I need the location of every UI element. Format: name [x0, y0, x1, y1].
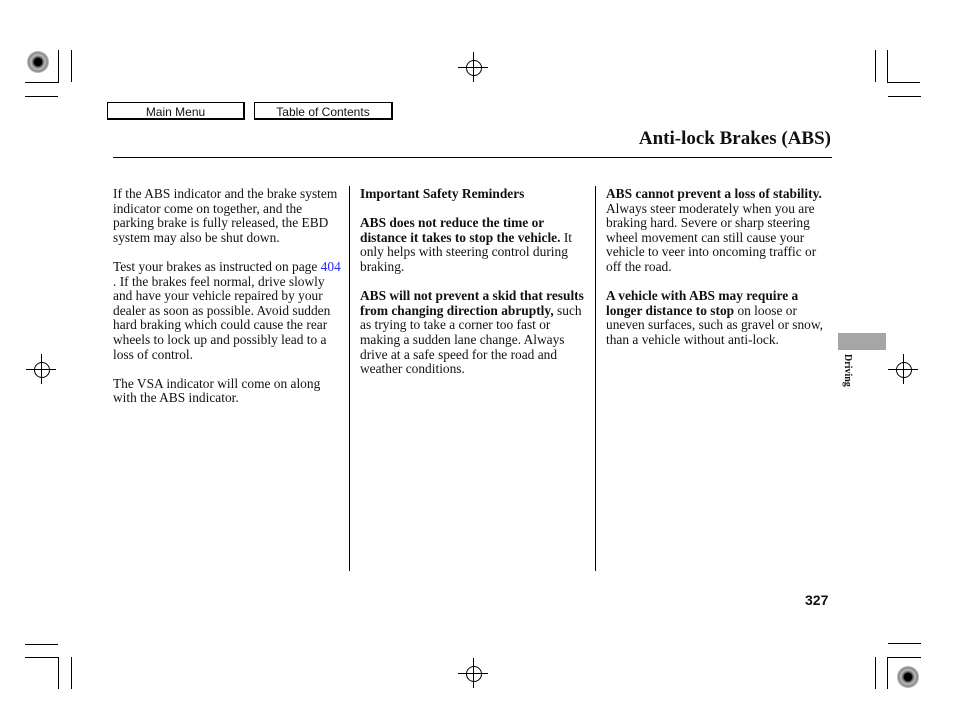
crop-mark	[58, 50, 59, 82]
paragraph-bold: ABS will not prevent a skid that results…	[360, 288, 584, 318]
paragraph: ABS cannot prevent a loss of stability. …	[606, 186, 834, 275]
paragraph: ABS does not reduce the time or distance…	[360, 215, 584, 274]
page-number: 327	[805, 592, 829, 608]
crop-target-circle	[466, 666, 482, 682]
crop-mark	[25, 657, 59, 658]
paragraph: If the ABS indicator and the brake syste…	[113, 186, 338, 245]
crop-mark	[58, 657, 59, 689]
paragraph: Test your brakes as instructed on page 4…	[113, 258, 341, 362]
paragraph-bold: ABS does not reduce the time or distance…	[360, 215, 561, 245]
column-divider	[349, 186, 350, 571]
crop-mark	[888, 643, 921, 644]
registration-mark-icon	[27, 51, 49, 73]
crop-mark	[25, 644, 58, 645]
paragraph: The VSA indicator will come on along wit…	[113, 375, 321, 406]
paragraph-text: . If the brakes feel normal, drive slowl…	[113, 273, 331, 362]
page-title: Anti-lock Brakes (ABS)	[638, 128, 831, 149]
column-2: Important Safety Reminders ABS does not …	[360, 186, 584, 391]
paragraph: ABS will not prevent a skid that results…	[360, 288, 584, 377]
crop-mark	[875, 657, 876, 689]
crop-mark	[71, 657, 72, 689]
crop-target-circle	[896, 362, 912, 378]
crop-mark	[887, 657, 888, 689]
column-3: ABS cannot prevent a loss of stability. …	[606, 186, 834, 362]
column-divider	[595, 186, 596, 571]
title-rule	[113, 157, 832, 158]
section-tab-label: Driving	[842, 354, 853, 387]
crop-mark	[887, 82, 920, 83]
crop-mark	[71, 50, 72, 82]
crop-mark	[25, 96, 58, 97]
section-heading: Important Safety Reminders	[360, 186, 584, 202]
paragraph: A vehicle with ABS may require a longer …	[606, 288, 834, 347]
page-link[interactable]: 404	[321, 259, 341, 274]
crop-mark	[888, 96, 921, 97]
column-1: If the ABS indicator and the brake syste…	[113, 186, 341, 421]
main-menu-button[interactable]: Main Menu	[107, 102, 245, 120]
registration-mark-icon	[897, 666, 919, 688]
paragraph-text: Test your brakes as instructed on page	[113, 258, 321, 274]
crop-target-circle	[466, 60, 482, 76]
crop-mark	[875, 50, 876, 82]
paragraph-bold: ABS cannot prevent a loss of stability.	[606, 186, 822, 201]
crop-mark	[887, 50, 888, 82]
paragraph-text: Always steer moderately when you are bra…	[606, 200, 817, 274]
section-tab	[838, 333, 886, 350]
crop-mark	[25, 82, 59, 83]
crop-mark	[887, 657, 921, 658]
crop-target-circle	[34, 362, 50, 378]
section-heading-text: Important Safety Reminders	[360, 186, 525, 201]
table-of-contents-button[interactable]: Table of Contents	[254, 102, 393, 120]
